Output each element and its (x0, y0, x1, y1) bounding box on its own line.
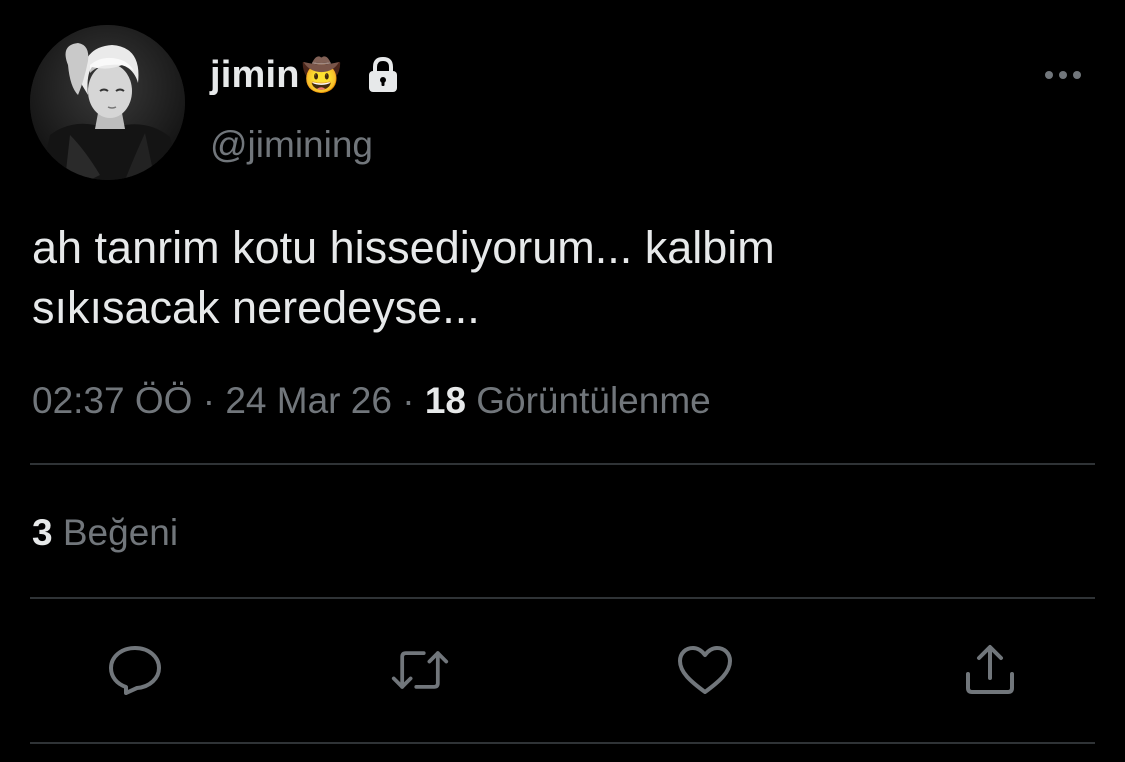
share-icon (966, 645, 1014, 694)
user-handle[interactable]: @jimining (210, 124, 373, 166)
likes-label: Beğeni (62, 512, 179, 553)
views-count: 18 (424, 380, 466, 421)
divider (30, 742, 1095, 744)
tweet-text-line-2: sıkısacak neredeyse... (32, 282, 480, 333)
tweet-text-line-1: ah tanrim kotu hissediyorum... kalbim (32, 222, 775, 273)
more-options-icon[interactable] (1040, 60, 1086, 90)
meta-separator: · (402, 380, 415, 421)
meta-separator: · (202, 380, 216, 421)
share-button[interactable] (960, 640, 1020, 700)
likes-stat[interactable]: 3 Beğeni (32, 512, 178, 554)
likes-count: 3 (32, 512, 53, 553)
divider (30, 463, 1095, 465)
divider (30, 597, 1095, 599)
tweet-detail: jimin 🤠 @jimining ah tanrim kotu hissedi… (0, 0, 1125, 762)
avatar[interactable] (30, 25, 185, 180)
profile-photo-icon (30, 25, 185, 180)
display-name[interactable]: jimin (210, 54, 300, 97)
tweet-time[interactable]: 02:37 ÖÖ (32, 380, 192, 421)
cowboy-emoji-icon: 🤠 (301, 57, 342, 93)
views-label: Görüntülenme (476, 380, 711, 421)
tweet-date[interactable]: 24 Mar 26 (225, 380, 392, 421)
lock-icon (364, 55, 402, 95)
retweet-button[interactable] (390, 640, 450, 700)
heart-icon (678, 646, 732, 694)
reply-icon (109, 646, 161, 695)
author-name-row: jimin 🤠 (210, 50, 402, 100)
like-button[interactable] (675, 640, 735, 700)
reply-button[interactable] (105, 640, 165, 700)
retweet-icon (391, 651, 449, 689)
tweet-meta: 02:37 ÖÖ · 24 Mar 26 · 18 Görüntülenme (32, 380, 711, 422)
tweet-text: ah tanrim kotu hissediyorum... kalbim sı… (32, 218, 1092, 338)
